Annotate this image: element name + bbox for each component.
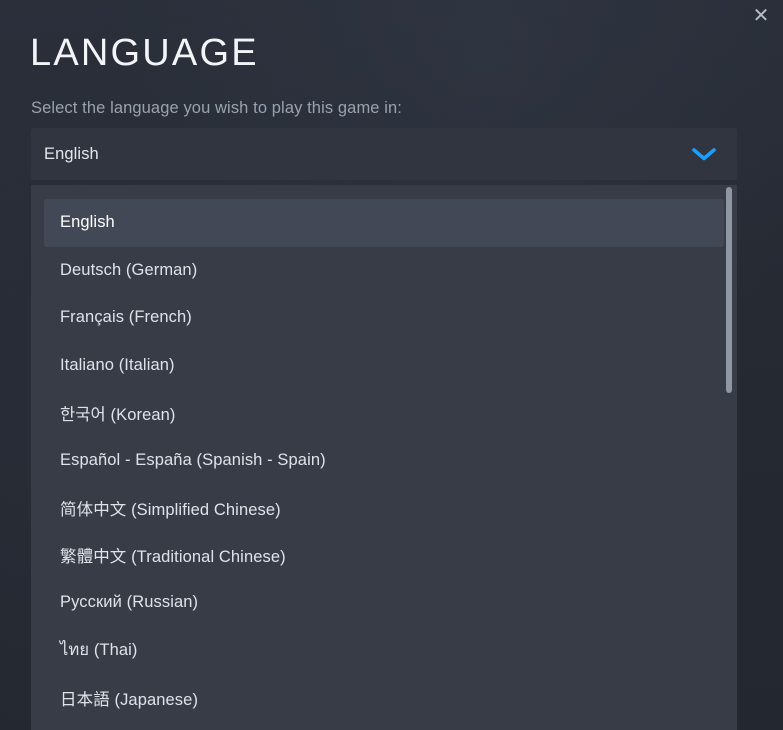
language-option[interactable]: Deutsch (German) [44,247,724,295]
chevron-down-icon[interactable] [691,146,717,162]
language-option[interactable]: Français (French) [44,294,724,342]
language-option[interactable]: Русский (Russian) [44,579,724,627]
close-icon: ✕ [752,3,770,27]
language-select-value: English [44,144,99,163]
language-option[interactable]: ไทย (Thai) [44,627,724,675]
language-option-label: Русский (Russian) [60,593,199,612]
language-option-label: 繁體中文 (Traditional Chinese) [60,548,286,567]
language-option-label: Español - España (Spanish - Spain) [60,450,326,469]
language-option-label: Français (French) [60,308,192,327]
language-option[interactable]: English [44,199,724,247]
language-option-label: 简体中文 (Simplified Chinese) [60,500,281,519]
close-button[interactable]: ✕ [739,0,783,30]
language-option-label: English [60,213,115,232]
language-settings-screen: ✕ LANGUAGE Select the language you wish … [0,0,783,730]
language-option[interactable]: 한국어 (Korean) [44,389,724,437]
language-option[interactable]: Español - España (Spanish - Spain) [44,437,724,485]
language-option-label: 한국어 (Korean) [60,405,176,424]
language-options-list: English Deutsch (German) Français (French)… [31,185,737,730]
language-option[interactable]: 简体中文 (Simplified Chinese) [44,484,724,532]
language-option-label: ไทย (Thai) [60,641,138,660]
language-option[interactable]: 日本語 (Japanese) [44,674,724,722]
language-option[interactable]: 繁體中文 (Traditional Chinese) [44,532,724,580]
language-option-label: 日本語 (Japanese) [60,690,199,709]
page-subtitle: Select the language you wish to play thi… [31,99,402,117]
language-select-field[interactable]: English [31,128,737,180]
language-option[interactable]: Italiano (Italian) [44,342,724,390]
dropdown-scrollbar-thumb[interactable] [726,187,732,393]
language-option-label: Deutsch (German) [60,260,198,279]
page-title: LANGUAGE [30,32,259,74]
language-dropdown-panel[interactable]: English Deutsch (German) Français (French)… [31,185,737,730]
dropdown-scrollbar-track[interactable] [721,185,737,730]
language-option-label: Italiano (Italian) [60,355,175,374]
